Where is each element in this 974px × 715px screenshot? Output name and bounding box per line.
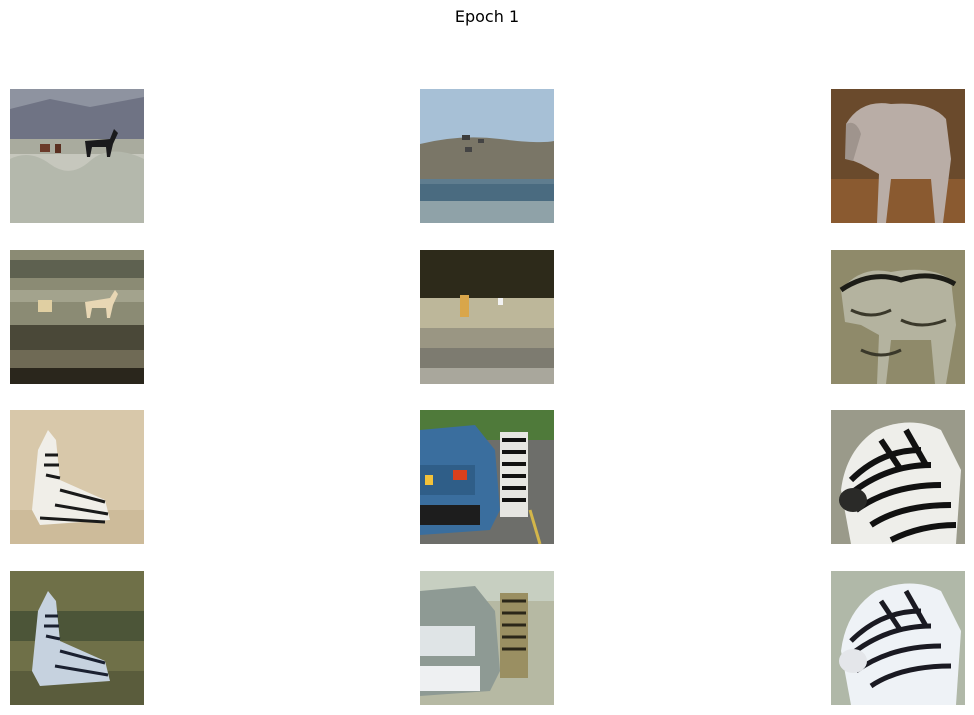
image-r1c1	[420, 250, 554, 384]
image-r3c0	[10, 571, 144, 705]
image-r0c0	[10, 89, 144, 223]
image-r1c2	[831, 250, 965, 384]
image-r0c2	[831, 89, 965, 223]
image-r3c2	[831, 571, 965, 705]
image-r0c1	[420, 89, 554, 223]
image-grid	[0, 0, 974, 715]
image-r2c0	[10, 410, 144, 544]
image-r3c1	[420, 571, 554, 705]
image-r2c1	[420, 410, 554, 544]
image-r2c2	[831, 410, 965, 544]
image-r1c0	[10, 250, 144, 384]
